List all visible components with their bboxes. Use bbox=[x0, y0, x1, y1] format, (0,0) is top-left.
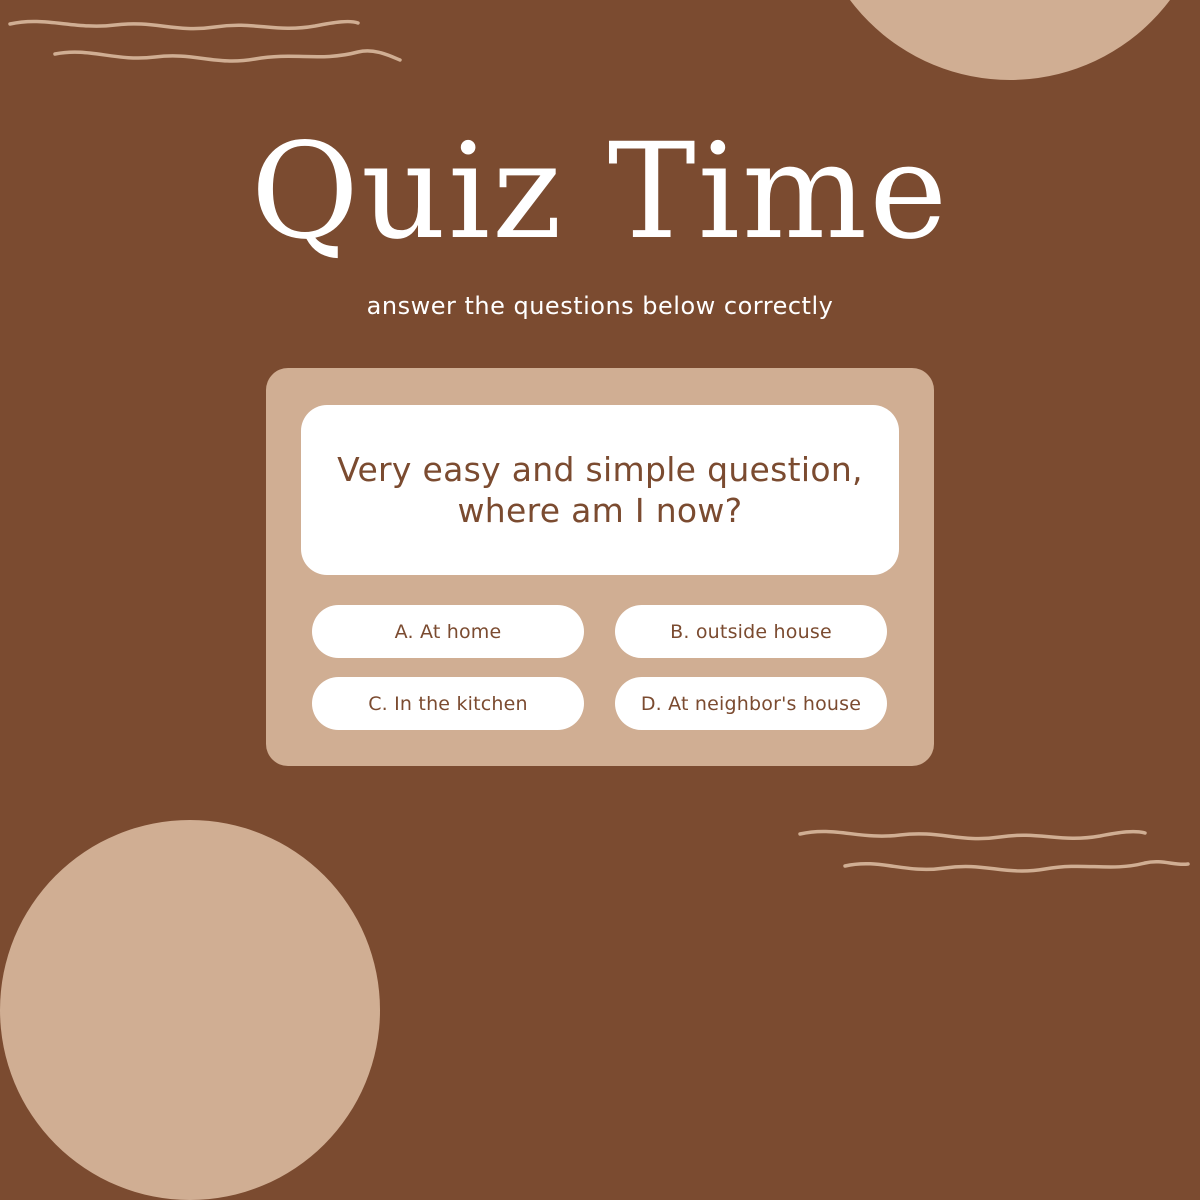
quiz-card: Very easy and simple question, where am … bbox=[266, 368, 934, 766]
page-title: Quiz Time bbox=[250, 115, 950, 269]
decorative-waves-top-left bbox=[8, 19, 402, 63]
option-d-button[interactable]: D. At neighbor's house bbox=[615, 677, 887, 730]
page-subtitle: answer the questions below correctly bbox=[366, 292, 834, 320]
decorative-waves-bottom-right bbox=[798, 829, 1190, 873]
question-box: Very easy and simple question, where am … bbox=[301, 405, 899, 575]
decorative-circle-bottom-left bbox=[0, 820, 380, 1200]
option-b-button[interactable]: B. outside house bbox=[615, 605, 887, 658]
option-c-button[interactable]: C. In the kitchen bbox=[312, 677, 584, 730]
question-text: Very easy and simple question, where am … bbox=[337, 450, 863, 530]
decorative-circle-top-right bbox=[810, 0, 1200, 80]
option-a-button[interactable]: A. At home bbox=[312, 605, 584, 658]
